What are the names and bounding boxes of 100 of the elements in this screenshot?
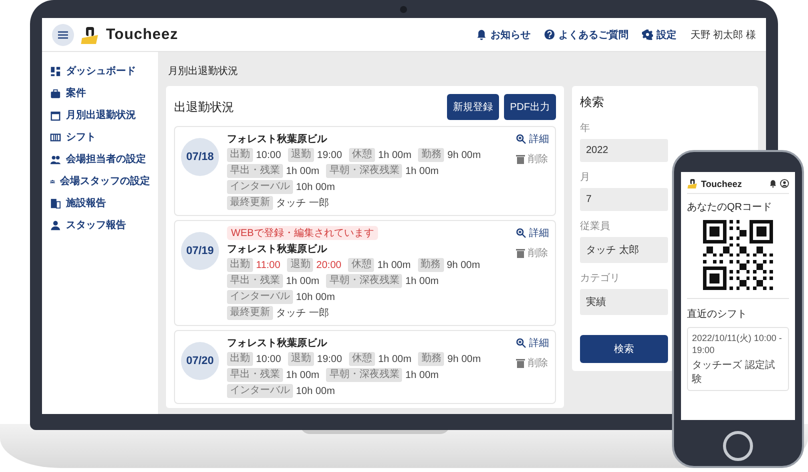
field-value: 10:00 (256, 354, 282, 364)
field-value: 1h 00m (405, 370, 439, 380)
settings-icon (642, 29, 654, 40)
trash-icon (516, 154, 525, 164)
field-value: 19:00 (317, 150, 342, 160)
search-field[interactable]: 7 (580, 188, 668, 211)
calendar-icon (50, 110, 61, 120)
field-label: 出勤 (227, 352, 253, 366)
field-value: 9h 00m (447, 354, 481, 364)
field-value: 19:00 (317, 354, 342, 364)
sidebar-item[interactable]: 会場担当者の設定 (50, 152, 150, 166)
menu-button[interactable] (52, 24, 74, 46)
field-label: 早出・残業 (227, 368, 283, 382)
people-icon (50, 154, 61, 164)
camera-icon (400, 6, 407, 13)
brand-name: Toucheez (106, 26, 178, 43)
shift-name: タッチーズ 認定試験 (692, 358, 776, 386)
delete-link[interactable]: 削除 (516, 246, 549, 260)
date-badge: 07/20 (181, 342, 219, 380)
field-label: 早朝・深夜残業 (326, 368, 402, 382)
web-edit-badge: WEBで登録・編集されています (227, 226, 378, 240)
field-value: 1h 00m (286, 276, 320, 286)
help-icon (544, 29, 556, 40)
field-label: 年 (580, 122, 590, 135)
action-button[interactable]: 新規登録 (447, 94, 499, 120)
field-label: 退勤 (288, 148, 314, 162)
user-icon (780, 179, 789, 188)
field-label: 早出・残業 (227, 274, 283, 288)
bell-icon (769, 179, 777, 188)
dashboard-icon (50, 66, 61, 76)
shift-title: 直近のシフト (687, 308, 747, 321)
home-button[interactable] (723, 431, 753, 461)
field-label: 最終更新 (227, 306, 273, 320)
field-value: 9h 00m (447, 150, 481, 160)
site-name: フォレスト秋葉原ビル (227, 132, 327, 146)
field-value: 1h 00m (378, 150, 412, 160)
field-label: 出勤 (227, 148, 253, 162)
date-badge: 07/18 (181, 138, 219, 176)
sidebar-item[interactable]: ダッシュボード (50, 64, 150, 78)
shift-card[interactable]: 2022/10/11(火) 10:00 - 19:00 タッチーズ 認定試験 (687, 327, 789, 391)
panel-title: 検索 (580, 94, 604, 111)
detail-link[interactable]: 詳細 (516, 132, 549, 146)
field-value: 1h 00m (405, 276, 439, 286)
field-label: 勤務 (418, 258, 444, 272)
delete-link[interactable]: 削除 (516, 152, 549, 166)
field-value: 11:00 (256, 260, 280, 270)
action-button[interactable]: PDF出力 (504, 94, 556, 120)
sidebar-item[interactable]: 案件 (50, 86, 150, 100)
field-value: 10h 00m (296, 182, 335, 192)
card-title: 出退勤状況 (174, 98, 235, 116)
header-link[interactable]: 設定 (642, 28, 676, 42)
sidebar-item[interactable]: スタッフ報告 (50, 218, 150, 232)
qr-title: あなたのQRコード (687, 201, 772, 214)
search-field[interactable]: 2022 (580, 139, 668, 162)
detail-link[interactable]: 詳細 (516, 336, 549, 350)
field-value: 1h 00m (286, 370, 320, 380)
field-label: 早出・残業 (227, 164, 283, 178)
site-name: フォレスト秋葉原ビル (227, 242, 327, 256)
field-label: 月 (580, 171, 590, 184)
field-label: インターバル (227, 384, 293, 398)
logo-icon (80, 24, 100, 44)
menu-icon (58, 30, 68, 38)
field-label: 勤務 (418, 352, 444, 366)
search-field[interactable]: 実績 (580, 289, 668, 315)
field-value: 1h 00m (405, 166, 439, 176)
field-label: 最終更新 (227, 196, 273, 210)
header-link[interactable]: お知らせ (476, 28, 530, 42)
search-field[interactable]: タッチ 太郎 (580, 237, 668, 263)
header-link[interactable]: よくあるご質問 (544, 28, 628, 42)
zoom-icon (516, 134, 526, 144)
sidebar-item[interactable]: シフト (50, 130, 150, 144)
field-value: 9h 00m (446, 260, 480, 270)
sidebar-item[interactable]: 施設報告 (50, 196, 150, 210)
shift-time: 2022/10/11(火) 10:00 - 19:00 (692, 332, 783, 355)
field-value: 20:00 (316, 260, 342, 270)
briefcase-icon (50, 88, 61, 98)
delete-link[interactable]: 削除 (516, 356, 549, 370)
field-label: 早朝・深夜残業 (326, 274, 402, 288)
field-label: 従業員 (580, 220, 610, 233)
sidebar-item[interactable]: 月別出退勤状況 (50, 108, 150, 122)
field-value: 1h 00m (286, 166, 320, 176)
field-label: インターバル (227, 290, 293, 304)
person-icon (50, 220, 61, 230)
user-name: 天野 初太郎 様 (690, 28, 756, 42)
bell-icon (476, 29, 488, 40)
brand-name: Toucheez (701, 178, 743, 188)
zoom-icon (516, 228, 526, 238)
field-value: 1h 00m (378, 354, 412, 364)
breadcrumb: 月別出退勤状況 (167, 64, 239, 79)
field-label: 退勤 (287, 258, 314, 272)
logo-icon (687, 178, 698, 189)
field-label: 勤務 (418, 148, 444, 162)
sidebar-item[interactable]: 会場スタッフの設定 (50, 174, 150, 188)
field-value: 10h 00m (296, 386, 335, 396)
field-label: 休憩 (349, 148, 376, 162)
search-button[interactable]: 検索 (580, 335, 668, 363)
field-label: 出勤 (227, 258, 253, 272)
detail-link[interactable]: 詳細 (516, 226, 549, 240)
field-label: インターバル (227, 180, 293, 194)
table-icon (50, 132, 61, 142)
